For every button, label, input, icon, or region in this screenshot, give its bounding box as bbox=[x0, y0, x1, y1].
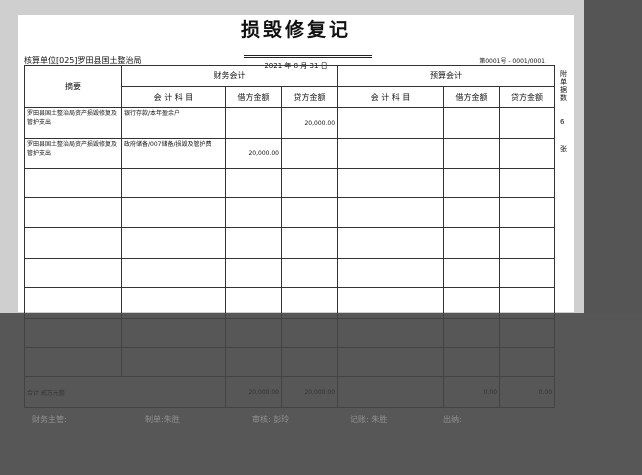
header-fin-credit: 贷方金额 bbox=[280, 85, 339, 109]
table-row bbox=[24, 196, 556, 229]
table-row bbox=[24, 287, 556, 319]
footer-cashier: 出纳: bbox=[443, 415, 462, 424]
row-fin-subject: 银行存款/本年盈余户 bbox=[121, 107, 226, 139]
header-summary: 摘要 bbox=[24, 64, 122, 109]
attachments-count: 6 bbox=[560, 118, 565, 126]
total-row: 合计 贰万元整 20,000.00 20,000.00 0.00 0.00 bbox=[24, 376, 556, 408]
voucher-table: 摘要 财务会计 预算会计 会 计 科 目 借方金额 贷方金额 会 计 科 目 借… bbox=[24, 64, 556, 408]
table-row bbox=[24, 317, 556, 349]
voucher-title: 损毁修复记 bbox=[240, 19, 351, 41]
row-fin-credit bbox=[280, 137, 339, 170]
header-bud-debit: 借方金额 bbox=[443, 85, 501, 109]
table-row bbox=[24, 227, 556, 259]
header-bud-subject: 会 计 科 目 bbox=[337, 85, 445, 109]
row-summary: 罗田县国土整治局资产损毁修复及管护支出 bbox=[24, 107, 122, 139]
header-financial: 财务会计 bbox=[120, 65, 339, 87]
row-fin-subject: 政府储备/007储备/损毁及管护费 bbox=[121, 137, 226, 170]
voucher-number: 第0001号 - 0001/0001 bbox=[479, 58, 545, 65]
row-fin-credit: 20,000.00 bbox=[280, 107, 339, 139]
total-fin-debit: 20,000.00 bbox=[225, 376, 282, 408]
footer-maker: 制单:朱胜 bbox=[145, 415, 180, 424]
title-double-underline bbox=[244, 55, 372, 58]
row-fin-debit bbox=[225, 107, 282, 139]
table-row bbox=[24, 168, 556, 198]
total-fin-credit: 20,000.00 bbox=[280, 376, 339, 408]
viewer-right-panel bbox=[584, 0, 642, 313]
table-row: 罗田县国土整治局资产损毁修复及管护支出 政府储备/007储备/损毁及管护费 20… bbox=[24, 137, 556, 170]
attachments-label: 附单据数 bbox=[560, 70, 567, 102]
total-bud-credit: 0.00 bbox=[499, 376, 556, 408]
attachments-unit: 张 bbox=[560, 145, 567, 153]
table-row bbox=[24, 257, 556, 289]
table-row bbox=[24, 347, 556, 378]
footer-bookkeeper: 记账: 朱胜 bbox=[350, 415, 388, 424]
header-bud-credit: 贷方金额 bbox=[499, 85, 556, 109]
table-row: 罗田县国土整治局资产损毁修复及管护支出 银行存款/本年盈余户 20,000.00 bbox=[24, 107, 556, 139]
header-fin-debit: 借方金额 bbox=[225, 85, 282, 109]
row-fin-debit: 20,000.00 bbox=[225, 137, 282, 170]
total-label: 合计 贰万元整 bbox=[24, 376, 226, 408]
footer-supervisor: 财务主管: bbox=[32, 415, 67, 424]
header-budget: 预算会计 bbox=[337, 65, 556, 87]
total-bud-debit: 0.00 bbox=[443, 376, 501, 408]
footer-reviewer: 审核: 彭玲 bbox=[252, 415, 290, 424]
header-fin-subject: 会 计 科 目 bbox=[121, 85, 226, 109]
row-summary: 罗田县国土整治局资产损毁修复及管护支出 bbox=[24, 137, 122, 170]
